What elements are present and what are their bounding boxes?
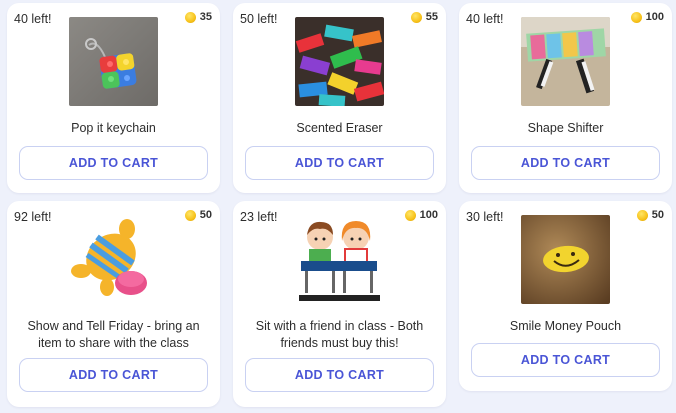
coin-icon xyxy=(636,209,648,221)
price: 100 xyxy=(630,11,664,23)
stock-label: 40 left! xyxy=(14,12,52,26)
stock-label: 92 left! xyxy=(14,210,52,224)
coin-icon xyxy=(630,11,642,23)
product-image xyxy=(521,17,610,106)
coin-icon xyxy=(184,11,196,23)
price-value: 50 xyxy=(199,209,212,221)
product-image xyxy=(295,215,384,304)
add-to-cart-button[interactable]: ADD TO CART xyxy=(19,146,208,180)
product-grid: 40 left! 35 Pop it keychain ADD TO CART … xyxy=(7,3,672,407)
stock-label: 40 left! xyxy=(466,12,504,26)
add-to-cart-button[interactable]: ADD TO CART xyxy=(19,358,208,392)
add-to-cart-button[interactable]: ADD TO CART xyxy=(471,146,660,180)
price: 50 xyxy=(636,209,664,221)
product-name: Pop it keychain xyxy=(71,121,156,135)
price: 35 xyxy=(184,11,212,23)
product-card: 40 left! 35 Pop it keychain ADD TO CART xyxy=(7,3,220,193)
product-image xyxy=(521,215,610,304)
coin-icon xyxy=(410,11,422,23)
add-to-cart-button[interactable]: ADD TO CART xyxy=(245,358,434,392)
price-value: 35 xyxy=(199,11,212,23)
product-card: 50 left! 55 Scented Eraser ADD TO CART xyxy=(233,3,446,193)
product-name: Show and Tell Friday - bring an item to … xyxy=(27,319,200,350)
stock-label: 23 left! xyxy=(240,210,278,224)
product-card: 23 left! 100 Sit with a friend in class … xyxy=(233,201,446,407)
price: 55 xyxy=(410,11,438,23)
product-card: 92 left! 50 Show and Tell Friday - bring… xyxy=(7,201,220,407)
product-image xyxy=(295,17,384,106)
price-value: 50 xyxy=(651,209,664,221)
price-value: 55 xyxy=(425,11,438,23)
price: 100 xyxy=(404,209,438,221)
product-name: Smile Money Pouch xyxy=(509,319,622,333)
price-value: 100 xyxy=(645,11,664,23)
price-value: 100 xyxy=(419,209,438,221)
product-image xyxy=(69,17,158,106)
product-image xyxy=(69,215,158,304)
price: 50 xyxy=(184,209,212,221)
coin-icon xyxy=(404,209,416,221)
stock-label: 30 left! xyxy=(466,210,504,224)
add-to-cart-button[interactable]: ADD TO CART xyxy=(471,343,660,377)
product-name: Shape Shifter xyxy=(527,121,604,135)
product-name: Scented Eraser xyxy=(296,121,383,135)
product-name: Sit with a friend in class - Both friend… xyxy=(255,319,424,350)
coin-icon xyxy=(184,209,196,221)
stock-label: 50 left! xyxy=(240,12,278,26)
product-card: 30 left! 50 Smile Money Pouch ADD TO CAR… xyxy=(459,201,672,391)
add-to-cart-button[interactable]: ADD TO CART xyxy=(245,146,434,180)
product-card: 40 left! 100 Shape Shifter ADD TO CART xyxy=(459,3,672,193)
